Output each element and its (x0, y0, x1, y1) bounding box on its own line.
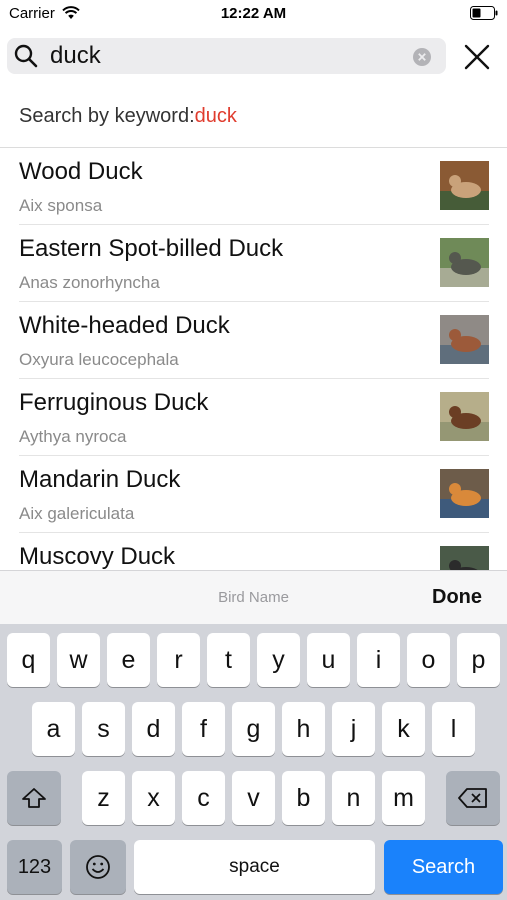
bird-thumbnail (440, 238, 489, 287)
key-e[interactable]: e (107, 633, 150, 687)
bird-name: Wood Duck (19, 158, 143, 185)
backspace-key[interactable] (446, 771, 500, 825)
numbers-key[interactable]: 123 (7, 840, 62, 894)
key-a[interactable]: a (32, 702, 75, 756)
list-item[interactable]: Mandarin Duck Aix galericulata (0, 456, 507, 533)
bird-latin-name: Aythya nyroca (19, 427, 127, 446)
bird-name: Ferruginous Duck (19, 389, 209, 416)
emoji-icon (86, 855, 110, 879)
done-button[interactable]: Done (432, 586, 482, 609)
clear-search-icon[interactable] (413, 48, 431, 66)
key-m[interactable]: m (382, 771, 425, 825)
bird-name: White-headed Duck (19, 312, 230, 339)
key-g[interactable]: g (232, 702, 275, 756)
bird-thumbnail (440, 392, 489, 441)
key-y[interactable]: y (257, 633, 300, 687)
key-l[interactable]: l (432, 702, 475, 756)
bird-latin-name: Anas zonorhyncha (19, 273, 160, 292)
list-item[interactable]: Ferruginous Duck Aythya nyroca (0, 379, 507, 456)
list-item[interactable]: Muscovy Duck (0, 533, 507, 570)
key-h[interactable]: h (282, 702, 325, 756)
search-key[interactable]: Search (384, 840, 503, 894)
bird-thumbnail (440, 161, 489, 210)
emoji-key[interactable] (70, 840, 126, 894)
bird-name: Muscovy Duck (19, 543, 176, 570)
key-k[interactable]: k (382, 702, 425, 756)
search-query-text[interactable]: duck (50, 42, 101, 70)
results-list[interactable]: Wood Duck Aix sponsa Eastern Spot-billed… (0, 148, 507, 570)
bird-latin-name: Aix sponsa (19, 196, 103, 215)
keyboard: q w e r t y u i o p a s d f g h j k l z … (0, 624, 507, 900)
bird-latin-name: Aix galericulata (19, 504, 135, 523)
bird-latin-name: Oxyura leucocephala (19, 350, 179, 369)
shift-icon (22, 788, 46, 808)
close-icon[interactable] (462, 42, 492, 72)
key-j[interactable]: j (332, 702, 375, 756)
key-w[interactable]: w (57, 633, 100, 687)
status-bar: Carrier 12:22 AM (0, 0, 507, 28)
bird-thumbnail (440, 546, 489, 570)
bird-name: Mandarin Duck (19, 466, 181, 493)
keyword-term: duck (194, 105, 237, 127)
key-n[interactable]: n (332, 771, 375, 825)
key-s[interactable]: s (82, 702, 125, 756)
key-d[interactable]: d (132, 702, 175, 756)
shift-key[interactable] (7, 771, 61, 825)
bird-thumbnail (440, 469, 489, 518)
key-u[interactable]: u (307, 633, 350, 687)
key-b[interactable]: b (282, 771, 325, 825)
key-r[interactable]: r (157, 633, 200, 687)
list-item[interactable]: Eastern Spot-billed Duck Anas zonorhynch… (0, 225, 507, 302)
backspace-icon (458, 788, 487, 808)
list-item[interactable]: Wood Duck Aix sponsa (0, 148, 507, 225)
status-time: 12:22 AM (220, 5, 287, 22)
key-p[interactable]: p (457, 633, 500, 687)
space-key[interactable]: space (134, 840, 375, 894)
key-t[interactable]: t (207, 633, 250, 687)
key-z[interactable]: z (82, 771, 125, 825)
key-c[interactable]: c (182, 771, 225, 825)
accessory-title: Bird Name (218, 589, 289, 606)
keyword-prefix: Search by keyword: (19, 105, 195, 127)
key-i[interactable]: i (357, 633, 400, 687)
keyword-header: Search by keyword:duck (19, 105, 237, 128)
key-v[interactable]: v (232, 771, 275, 825)
bird-name: Eastern Spot-billed Duck (19, 235, 284, 262)
keyboard-accessory-bar: Bird Name Done (0, 570, 507, 624)
key-o[interactable]: o (407, 633, 450, 687)
bird-thumbnail (440, 315, 489, 364)
key-f[interactable]: f (182, 702, 225, 756)
battery-icon (470, 6, 498, 20)
search-input[interactable]: duck (7, 38, 446, 74)
search-icon (14, 44, 38, 68)
key-x[interactable]: x (132, 771, 175, 825)
key-q[interactable]: q (7, 633, 50, 687)
list-item[interactable]: White-headed Duck Oxyura leucocephala (0, 302, 507, 379)
